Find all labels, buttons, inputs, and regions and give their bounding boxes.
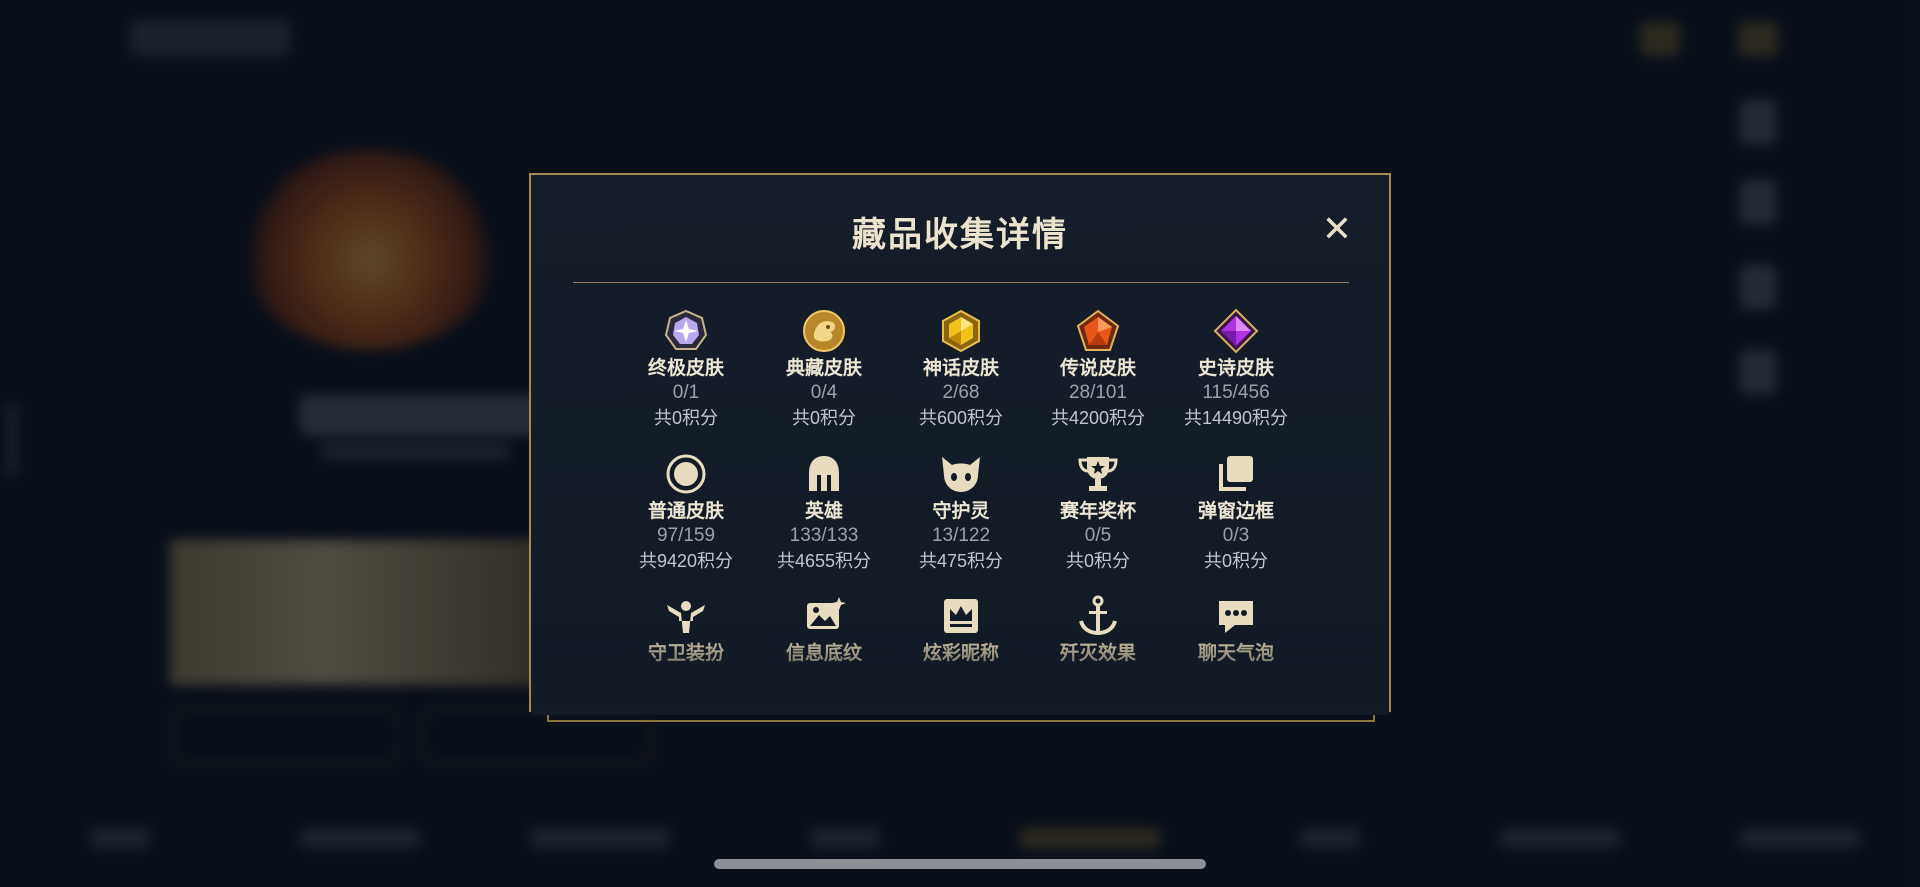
item-points: 共0积分 [1203,551,1268,571]
popup-frame-icon [1219,456,1253,491]
item-points: 共0积分 [1065,551,1130,571]
item-label: 守卫装扮 [647,643,724,664]
item-points: 共4200积分 [1050,408,1146,428]
collection-item-mythic[interactable]: 神话皮肤 2/68 共600积分 [896,308,1026,430]
ultimate-skin-icon [664,309,708,350]
item-count: 0/3 [1222,525,1250,546]
collection-item-chat[interactable]: 聊天气泡 [1171,593,1301,665]
collection-grid: 终极皮肤 0/1 共0积分 典藏皮肤 0/4 共0积分 神话皮肤 2/68 共6… [531,175,1389,710]
item-label: 歼灭效果 [1059,643,1136,664]
item-points: 共475积分 [918,551,1004,571]
collection-item-nickname[interactable]: 炫彩昵称 [896,593,1026,665]
chat-bubble-icon [1219,601,1253,633]
mythic-skin-icon [942,309,980,353]
item-count: 133/133 [789,525,859,546]
collection-item-epic[interactable]: 史诗皮肤 115/456 共14490积分 [1171,308,1301,430]
item-count: 0/1 [672,382,700,403]
item-label: 终极皮肤 [647,358,724,379]
item-label: 史诗皮肤 [1197,358,1274,379]
item-label: 普通皮肤 [647,501,724,522]
trophy-icon [1078,457,1118,491]
item-points: 共0积分 [653,408,718,428]
collection-item-normal[interactable]: 普通皮肤 97/159 共9420积分 [621,451,751,573]
item-label: 传说皮肤 [1059,358,1136,379]
kill-effect-icon [1079,595,1117,636]
collection-item-collector[interactable]: 典藏皮肤 0/4 共0积分 [759,308,889,430]
collector-skin-icon [803,310,845,352]
item-points: 共4655积分 [776,551,872,571]
collection-item-frame[interactable]: 弹窗边框 0/3 共0积分 [1171,451,1301,573]
normal-skin-icon [666,454,706,494]
collection-item-banner[interactable]: 信息底纹 [759,593,889,665]
collection-item-ward[interactable]: 守卫装扮 [621,593,751,665]
collection-details-dialog: 藏品收集详情 ✕ 终极皮肤 0/1 共0积分 典藏皮肤 0/4 共0积分 神话皮… [529,173,1391,715]
collection-item-legendary[interactable]: 传说皮肤 28/101 共4200积分 [1033,308,1163,430]
item-label: 英雄 [804,501,843,522]
item-points: 共9420积分 [638,551,734,571]
collection-item-kill[interactable]: 歼灭效果 [1033,593,1163,665]
ward-skin-icon [667,601,705,633]
item-label: 典藏皮肤 [785,358,862,379]
item-count: 2/68 [942,382,980,403]
item-points: 共600积分 [918,408,1004,428]
item-label: 神话皮肤 [922,358,999,379]
item-label: 赛年奖杯 [1059,501,1136,522]
item-count: 28/101 [1068,382,1128,403]
item-count: 97/159 [656,525,716,546]
item-label: 炫彩昵称 [922,643,999,664]
collection-item-hero[interactable]: 英雄 133/133 共4655积分 [759,451,889,573]
home-indicator[interactable] [714,859,1206,869]
item-count: 13/122 [931,525,991,546]
nickname-crown-icon [944,599,978,633]
item-label: 弹窗边框 [1197,501,1274,522]
item-points: 共0积分 [791,408,856,428]
item-label: 信息底纹 [785,643,862,664]
item-label: 聊天气泡 [1197,643,1274,664]
item-count: 0/5 [1084,525,1112,546]
guardian-spirit-icon [942,457,980,492]
item-count: 115/456 [1202,382,1270,403]
info-banner-icon [807,597,846,629]
collection-item-ultimate[interactable]: 终极皮肤 0/1 共0积分 [621,308,751,430]
epic-skin-icon [1213,308,1259,354]
item-label: 守护灵 [932,501,990,522]
collection-item-guardian[interactable]: 守护灵 13/122 共475积分 [896,451,1026,573]
item-points: 共14490积分 [1183,408,1289,428]
item-count: 0/4 [810,382,838,403]
legendary-skin-icon [1076,309,1120,351]
collection-item-trophy[interactable]: 赛年奖杯 0/5 共0积分 [1033,451,1163,573]
hero-helmet-icon [809,456,839,491]
